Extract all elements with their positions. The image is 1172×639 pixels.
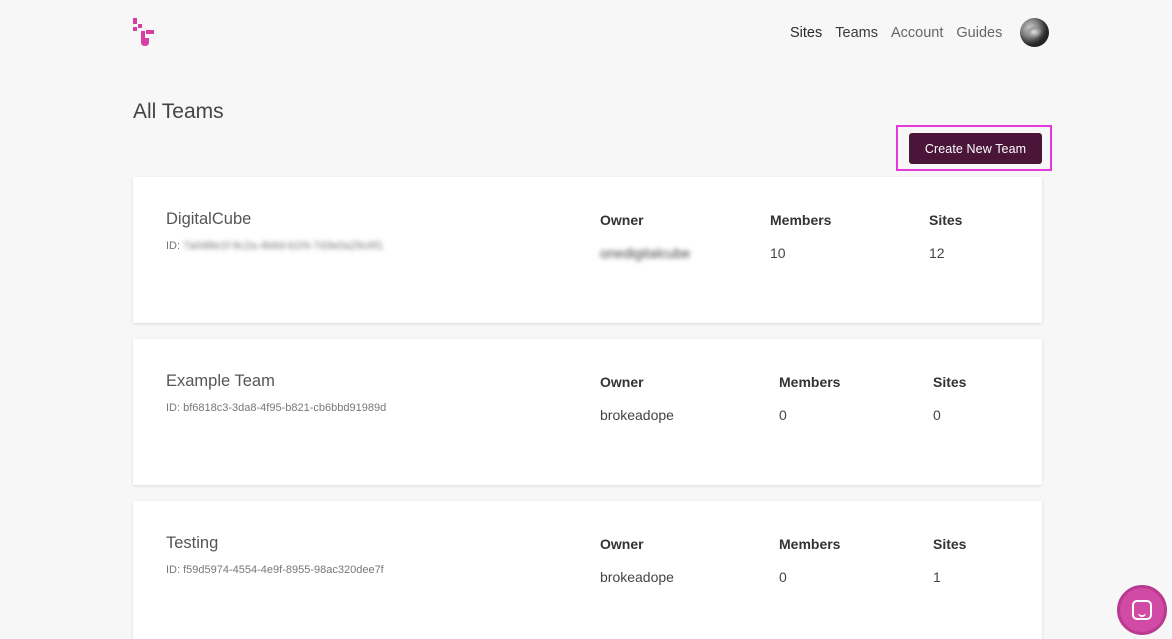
nav-teams[interactable]: Teams [835,24,878,42]
sites-header: Sites [933,536,967,552]
members-header: Members [779,536,841,552]
nav-guides[interactable]: Guides [956,24,1002,42]
team-id: ID: bf6818c3-3da8-4f95-b821-cb6bbd91989d [166,402,386,414]
team-id: ID: f59d5974-4554-4e9f-8955-98ac320dee7f [166,564,384,576]
brand-logo-icon[interactable] [133,18,155,48]
team-card-testing[interactable]: Testing ID: f59d5974-4554-4e9f-8955-98ac… [133,501,1042,639]
create-button-highlight: Create New Team [896,125,1052,171]
members-value: 0 [779,569,787,585]
user-avatar[interactable] [1020,18,1049,47]
team-id-value: bf6818c3-3da8-4f95-b821-cb6bbd91989d [183,402,387,414]
owner-value: onedigitalcube [600,245,691,261]
create-new-team-button[interactable]: Create New Team [909,133,1042,164]
members-value: 10 [770,245,786,261]
chat-icon [1132,600,1152,620]
owner-value: brokeadope [600,569,674,585]
team-card-digitalcube[interactable]: DigitalCube ID: 7a0d8e1f-9c2a-4b6d-b1f4-… [133,177,1042,323]
members-value: 0 [779,407,787,423]
team-name[interactable]: DigitalCube [166,210,251,229]
page: Sites Teams Account Guides All Teams Cre… [0,0,1172,639]
owner-value: brokeadope [600,407,674,423]
sites-header: Sites [929,212,963,228]
team-name[interactable]: Example Team [166,372,275,391]
page-title: All Teams [133,100,224,123]
sites-value: 1 [933,569,941,585]
team-id-label: ID: [166,240,181,252]
team-id-label: ID: [166,564,181,576]
team-id-label: ID: [166,402,181,414]
nav-account[interactable]: Account [891,24,943,42]
owner-header: Owner [600,212,644,228]
members-header: Members [770,212,832,228]
sites-value: 0 [933,407,941,423]
members-header: Members [779,374,841,390]
team-name[interactable]: Testing [166,534,218,553]
team-card-example-team[interactable]: Example Team ID: bf6818c3-3da8-4f95-b821… [133,339,1042,485]
top-nav: Sites Teams Account Guides [790,24,1015,42]
team-id-value: f59d5974-4554-4e9f-8955-98ac320dee7f [183,564,384,576]
sites-header: Sites [933,374,967,390]
sites-value: 12 [929,245,945,261]
nav-sites[interactable]: Sites [790,24,822,42]
team-id-value: 7a0d8e1f-9c2a-4b6d-b1f4-7d3e0a29c6f1 [183,240,384,252]
team-id: ID: 7a0d8e1f-9c2a-4b6d-b1f4-7d3e0a29c6f1 [166,240,383,252]
chat-launcher-button[interactable] [1117,585,1167,635]
owner-header: Owner [600,374,644,390]
owner-header: Owner [600,536,644,552]
